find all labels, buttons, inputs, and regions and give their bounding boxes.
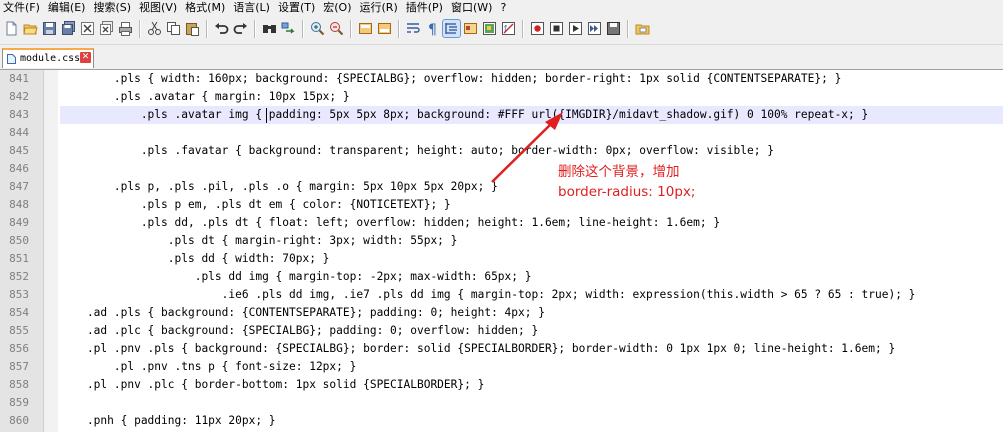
menu-language[interactable]: 语言(L) (230, 0, 275, 15)
user-lang-icon[interactable] (462, 20, 479, 37)
tab-label: module.css (20, 53, 81, 64)
open-file-icon[interactable] (22, 20, 39, 37)
zoom-out-icon[interactable] (328, 20, 345, 37)
close-file-icon[interactable] (79, 20, 96, 37)
macro-save-icon[interactable] (605, 20, 622, 37)
macro-run-multiple-icon[interactable] (586, 20, 603, 37)
redo-icon[interactable] (232, 20, 249, 37)
folder-plugin-icon[interactable] (634, 20, 651, 37)
cut-icon[interactable] (146, 20, 163, 37)
toolbar-separator (206, 20, 208, 38)
print-icon[interactable] (117, 20, 134, 37)
toolbar: ¶ f (0, 15, 1003, 45)
find-icon[interactable] (261, 20, 278, 37)
tab-module-css[interactable]: module.css ✕ (2, 48, 94, 68)
save-all-icon[interactable] (60, 20, 77, 37)
svg-text:f: f (504, 24, 507, 33)
tab-bar: module.css ✕ (0, 45, 1003, 70)
code-editor[interactable]: 841 .pls { width: 160px; background: {SP… (0, 70, 1003, 432)
menu-view[interactable]: 视图(V) (136, 0, 182, 15)
menu-plugins[interactable]: 插件(P) (403, 0, 448, 15)
word-wrap-icon[interactable] (405, 20, 422, 37)
menu-run[interactable]: 运行(R) (357, 0, 403, 15)
menu-search[interactable]: 搜索(S) (90, 0, 136, 15)
toolbar-separator (522, 20, 524, 38)
paste-icon[interactable] (184, 20, 201, 37)
function-list-icon[interactable]: f (500, 20, 517, 37)
toolbar-separator (398, 20, 400, 38)
sync-horizontal-icon[interactable] (376, 20, 393, 37)
menu-settings[interactable]: 设置(T) (275, 0, 320, 15)
annotation-note: 删除这个背景，增加 border-radius: 10px; (558, 162, 695, 202)
doc-map-icon[interactable] (481, 20, 498, 37)
annotation-line-2: border-radius: 10px; (558, 184, 696, 200)
toolbar-separator (350, 20, 352, 38)
copy-icon[interactable] (165, 20, 182, 37)
toolbar-separator (302, 20, 304, 38)
menu-format[interactable]: 格式(M) (182, 0, 230, 15)
menu-macro[interactable]: 宏(O) (320, 0, 356, 15)
toolbar-separator (627, 20, 629, 38)
indent-guide-icon[interactable] (442, 19, 461, 38)
menu-help[interactable]: ? (497, 0, 511, 15)
save-icon[interactable] (41, 20, 58, 37)
new-file-icon[interactable] (3, 20, 20, 37)
annotation-line-1: 删除这个背景，增加 (558, 164, 680, 180)
menu-bar: 文件(F) 编辑(E) 搜索(S) 视图(V) 格式(M) 语言(L) 设置(T) 宏(O) 运… (0, 0, 1003, 15)
macro-stop-icon[interactable] (548, 20, 565, 37)
svg-text:¶: ¶ (428, 22, 437, 37)
file-icon (7, 54, 16, 64)
menu-window[interactable]: 窗口(W) (448, 0, 497, 15)
close-all-icon[interactable] (98, 20, 115, 37)
close-tab-icon[interactable]: ✕ (80, 52, 91, 63)
menu-edit[interactable]: 编辑(E) (45, 0, 91, 15)
macro-play-icon[interactable] (567, 20, 584, 37)
toolbar-separator (139, 20, 141, 38)
annotation-arrow (491, 112, 563, 183)
undo-icon[interactable] (213, 20, 230, 37)
menu-file[interactable]: 文件(F) (0, 0, 45, 15)
zoom-in-icon[interactable] (309, 20, 326, 37)
toolbar-separator (254, 20, 256, 38)
sync-vertical-icon[interactable] (357, 20, 374, 37)
replace-icon[interactable] (280, 20, 297, 37)
show-all-chars-icon[interactable]: ¶ (424, 20, 441, 37)
macro-record-icon[interactable] (529, 20, 546, 37)
